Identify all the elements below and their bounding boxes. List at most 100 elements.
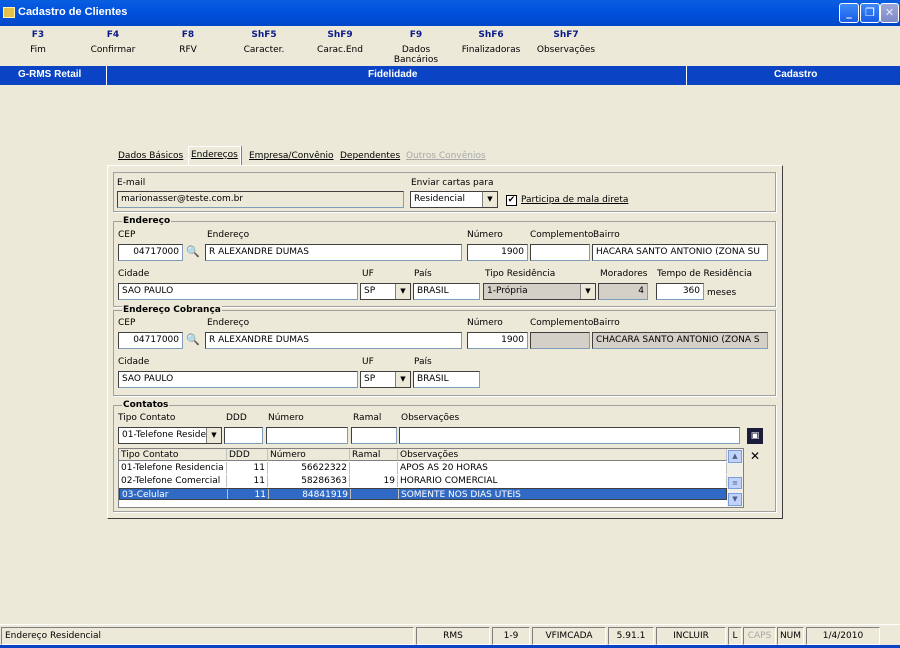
- observacoes-input[interactable]: [399, 427, 740, 444]
- tipo-residencia-select[interactable]: 1-Própria ▼: [483, 283, 596, 300]
- save-icon[interactable]: ▣: [747, 428, 763, 444]
- cidade-input[interactable]: SAO PAULO: [118, 283, 358, 300]
- scroll-thumb[interactable]: ≡: [728, 477, 742, 489]
- uf-label: UF: [362, 269, 374, 279]
- contato-numero-label: Número: [268, 413, 304, 423]
- fkey-observacoes[interactable]: ShF7 Observações: [530, 30, 602, 55]
- chevron-down-icon[interactable]: ▼: [395, 284, 410, 299]
- endereco-input[interactable]: R ALEXANDRE DUMAS: [205, 244, 462, 261]
- email-input[interactable]: marionasser@teste.com.br: [117, 191, 404, 208]
- cob-endereco-input[interactable]: R ALEXANDRE DUMAS: [205, 332, 462, 349]
- cob-pais-input[interactable]: BRASIL: [413, 371, 480, 388]
- tab-empresa-convenio[interactable]: Empresa/Convênio: [249, 148, 334, 166]
- mala-direta-checkbox[interactable]: ✔: [506, 195, 517, 206]
- endereco-group-title: Endereço: [122, 216, 172, 226]
- cob-uf-select[interactable]: SP ▼: [360, 371, 411, 388]
- cell-ramal: [350, 462, 398, 474]
- email-label: E-mail: [117, 178, 146, 188]
- tab-dependentes[interactable]: Dependentes: [340, 148, 400, 166]
- tipo-contato-value: 01-Telefone Reside: [122, 430, 207, 440]
- moradores-label: Moradores: [600, 269, 648, 279]
- maximize-button[interactable]: ❐: [860, 3, 880, 23]
- fkey-code: ShF5: [251, 30, 277, 40]
- bar-divider: [686, 66, 687, 85]
- observacoes-label: Observações: [401, 413, 460, 423]
- col-header: Observações: [398, 449, 727, 461]
- fkey-carac-end[interactable]: ShF9 Carac.End: [304, 30, 376, 55]
- cell-tipo: 03-Celular: [120, 489, 228, 499]
- status-l: L: [728, 627, 742, 645]
- chevron-down-icon[interactable]: ▼: [580, 284, 595, 299]
- fkey-label: Confirmar: [90, 45, 136, 55]
- cob-complemento-input[interactable]: [530, 332, 590, 349]
- tempo-residencia-input[interactable]: 360: [656, 283, 704, 300]
- complemento-input[interactable]: [530, 244, 590, 261]
- ddd-input[interactable]: [224, 427, 263, 444]
- delete-icon[interactable]: ✕: [747, 448, 763, 464]
- fkey-code: F4: [106, 30, 120, 40]
- uf-select[interactable]: SP ▼: [360, 283, 411, 300]
- cell-ramal: 19: [350, 475, 398, 487]
- cob-numero-input[interactable]: 1900: [467, 332, 528, 349]
- cep-input[interactable]: 04717000: [118, 244, 183, 261]
- cob-cep-input[interactable]: 04717000: [118, 332, 183, 349]
- complemento-label: Complemento: [530, 230, 594, 240]
- binoculars-icon[interactable]: 🔍: [185, 244, 201, 260]
- table-row[interactable]: 02-Telefone Comercial 11 58286363 19 HOR…: [119, 475, 727, 487]
- ddd-label: DDD: [226, 413, 247, 423]
- moradores-input[interactable]: 4: [598, 283, 648, 300]
- cobranca-group-title: Endereço Cobrança: [122, 305, 222, 315]
- tempo-residencia-label: Tempo de Residência: [657, 269, 752, 279]
- fkey-fim[interactable]: F3 Fim: [2, 30, 74, 55]
- minimize-button[interactable]: _: [839, 3, 859, 23]
- table-scrollbar[interactable]: ▲ ≡ ▼: [727, 449, 743, 507]
- fkey-finalizadoras[interactable]: ShF6 Finalizadoras: [455, 30, 527, 55]
- fkey-rfv[interactable]: F8 RFV: [152, 30, 224, 55]
- tipo-contato-label: Tipo Contato: [118, 413, 176, 423]
- cob-cidade-input[interactable]: SAO PAULO: [118, 371, 358, 388]
- table-row-selected[interactable]: 03-Celular 11 84841919 SOMENTE NOS DIAS …: [119, 488, 727, 500]
- cell-observacoes: APOS AS 20 HORAS: [398, 462, 727, 474]
- product-name: G-RMS Retail: [18, 69, 82, 80]
- col-header: Número: [268, 449, 350, 461]
- pais-input[interactable]: BRASIL: [413, 283, 480, 300]
- ramal-input[interactable]: [351, 427, 397, 444]
- status-program: VFIMCADA: [532, 627, 606, 645]
- chevron-down-icon[interactable]: ▼: [482, 192, 497, 207]
- contato-numero-input[interactable]: [266, 427, 348, 444]
- cob-cidade-label: Cidade: [118, 357, 150, 367]
- fkey-label: Fim: [30, 45, 46, 55]
- tab-dados-basicos[interactable]: Dados Básicos: [118, 148, 183, 166]
- status-message: Endereço Residencial: [1, 627, 414, 645]
- table-row[interactable]: 01-Telefone Residencia 11 56622322 APOS …: [119, 462, 727, 474]
- scroll-up-icon[interactable]: ▲: [728, 450, 742, 463]
- close-button[interactable]: ✕: [880, 3, 899, 23]
- scroll-down-icon[interactable]: ▼: [728, 493, 742, 506]
- chevron-down-icon[interactable]: ▼: [206, 428, 221, 443]
- tipo-contato-select[interactable]: 01-Telefone Reside ▼: [118, 427, 222, 444]
- module-name: Fidelidade: [368, 69, 418, 80]
- window-titlebar: Cadastro de Clientes _ ❐ ✕: [0, 0, 900, 26]
- cob-bairro-input[interactable]: CHACARA SANTO ANTONIO (ZONA S: [592, 332, 768, 349]
- status-mode: INCLUIR: [656, 627, 726, 645]
- module-bar: G-RMS Retail Fidelidade Cadastro: [0, 66, 900, 85]
- chevron-down-icon[interactable]: ▼: [395, 372, 410, 387]
- cartas-select[interactable]: Residencial ▼: [410, 191, 498, 208]
- fkey-label: Dados Bancários: [393, 45, 439, 65]
- cell-ddd: 11: [227, 475, 268, 487]
- cartas-label: Enviar cartas para: [411, 178, 494, 188]
- cell-observacoes: HORARIO COMERCIAL: [398, 475, 727, 487]
- binoculars-icon[interactable]: 🔍: [185, 332, 201, 348]
- cep-label: CEP: [118, 230, 136, 240]
- fkey-confirmar[interactable]: F4 Confirmar: [77, 30, 149, 55]
- cob-pais-label: País: [414, 357, 432, 367]
- bairro-input[interactable]: HACARA SANTO ANTONIO (ZONA SU: [592, 244, 768, 261]
- tab-enderecos[interactable]: Endereços: [188, 146, 241, 166]
- fkey-caracter[interactable]: ShF5 Caracter.: [228, 30, 300, 55]
- fkey-dados-bancarios[interactable]: F9 Dados Bancários: [380, 30, 452, 65]
- col-header: Ramal: [350, 449, 398, 461]
- numero-input[interactable]: 1900: [467, 244, 528, 261]
- cartas-value: Residencial: [414, 194, 465, 204]
- fkey-code: F9: [409, 30, 423, 40]
- cell-tipo: 01-Telefone Residencia: [119, 462, 227, 474]
